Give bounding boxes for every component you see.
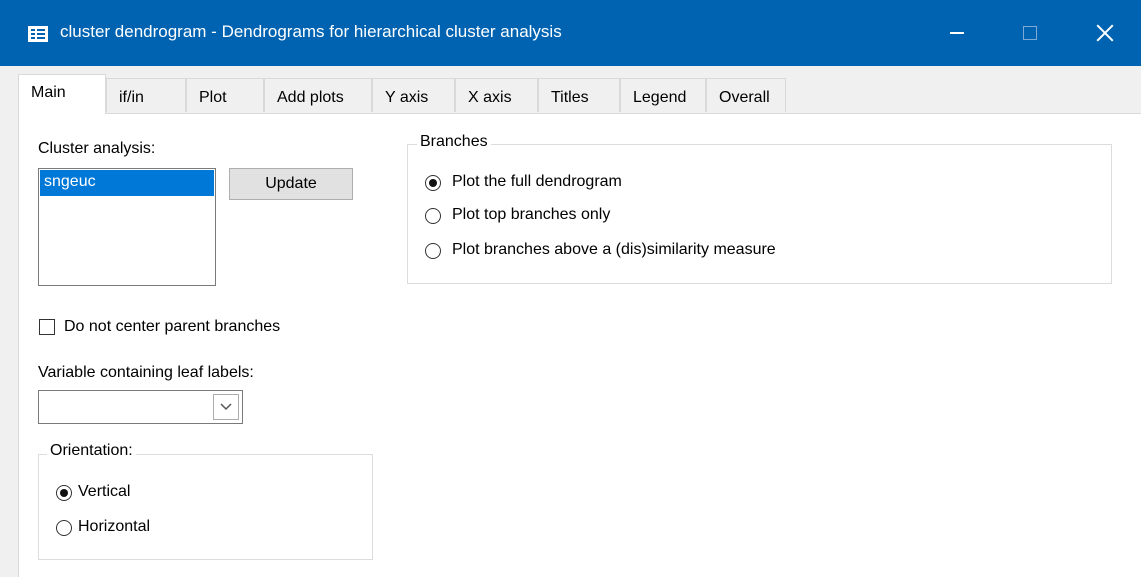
list-item[interactable]: sngeuc — [40, 170, 214, 196]
horizontal-label: Horizontal — [78, 518, 151, 535]
full-dendrogram-label: Plot the full dendrogram — [452, 173, 622, 190]
tab-main[interactable]: Main — [18, 74, 106, 114]
top-branches-label: Plot top branches only — [452, 206, 611, 223]
chevron-down-icon — [220, 403, 232, 411]
full-dendrogram-radio[interactable] — [425, 175, 441, 191]
tab-plot[interactable]: Plot — [186, 78, 264, 112]
tab-overall[interactable]: Overall — [706, 78, 786, 112]
cluster-analysis-list[interactable]: sngeuc — [38, 168, 216, 286]
center-parent-checkbox[interactable] — [39, 319, 55, 335]
tab-x-axis[interactable]: X axis — [455, 78, 538, 112]
maximize-button[interactable] — [995, 0, 1065, 66]
app-icon — [28, 26, 48, 42]
vertical-label: Vertical — [78, 483, 131, 500]
branches-label: Branches — [417, 133, 491, 151]
tab-y-axis[interactable]: Y axis — [372, 78, 455, 112]
minimize-button[interactable] — [922, 0, 992, 66]
cluster-analysis-label: Cluster analysis: — [38, 140, 156, 157]
tab-if-in[interactable]: if/in — [106, 78, 186, 112]
center-parent-label: Do not center parent branches — [64, 318, 281, 335]
orientation-label: Orientation: — [47, 442, 136, 460]
window-title: cluster dendrogram - Dendrograms for hie… — [60, 22, 562, 41]
dropdown-button[interactable] — [213, 394, 239, 420]
tab-titles[interactable]: Titles — [538, 78, 620, 112]
title-bar[interactable]: cluster dendrogram - Dendrograms for hie… — [0, 0, 1141, 66]
update-button[interactable]: Update — [229, 168, 353, 200]
close-button[interactable] — [1070, 0, 1140, 66]
maximize-icon — [1023, 26, 1037, 40]
orientation-group — [38, 454, 373, 560]
top-branches-radio[interactable] — [425, 208, 441, 224]
vertical-radio[interactable] — [56, 485, 72, 501]
similarity-branches-label: Plot branches above a (dis)similarity me… — [452, 241, 776, 258]
tab-legend[interactable]: Legend — [620, 78, 706, 112]
leaf-labels-label: Variable containing leaf labels: — [38, 364, 254, 381]
horizontal-radio[interactable] — [56, 520, 72, 536]
close-icon — [1096, 24, 1114, 42]
tab-add-plots[interactable]: Add plots — [264, 78, 372, 112]
minimize-icon — [950, 32, 964, 34]
similarity-branches-radio[interactable] — [425, 243, 441, 259]
leaf-labels-combobox[interactable] — [38, 390, 243, 424]
